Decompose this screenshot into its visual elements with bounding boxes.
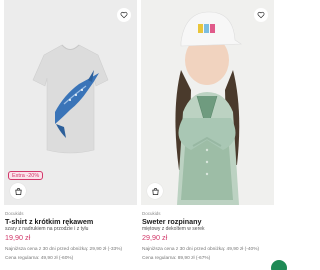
heart-icon[interactable] (254, 8, 268, 22)
heart-icon[interactable] (117, 8, 131, 22)
product-description: miętowy z dekoltem w serek (142, 226, 205, 232)
child-sweater-photo (175, 11, 242, 205)
product-image[interactable] (141, 0, 274, 205)
product-brand: Docukids (5, 211, 24, 216)
product-description: szary z nadrukiem na przodzie i z tyłu (5, 226, 89, 232)
regular-price-note: Cena regularna: 49,90 zł (-60%) (5, 256, 74, 261)
product-card[interactable]: Docukids Sweter rozpinany miętowy z deko… (141, 0, 274, 262)
add-to-cart-icon[interactable] (10, 183, 26, 199)
product-title[interactable]: T-shirt z krótkim rękawem (5, 218, 136, 226)
lowest-price-note: Najniższa cena z 30 dni przed obniżką: 4… (142, 247, 260, 252)
product-brand: Docukids (142, 211, 161, 216)
product-title[interactable]: Sweter rozpinany (142, 218, 273, 226)
sale-badge: Extra -20% (8, 171, 44, 180)
product-card[interactable]: Extra -20% Docukids T-shirt z krótkim rę… (4, 0, 137, 262)
chat-button[interactable] (271, 260, 287, 270)
product-price: 19,90 zł (5, 233, 31, 242)
add-to-cart-icon[interactable] (147, 183, 163, 199)
lowest-price-note: Najniższa cena z 30 dni przed obniżką: 2… (5, 247, 123, 252)
product-image[interactable]: Extra -20% (4, 0, 137, 205)
regular-price-note: Cena regularna: 89,90 zł (-67%) (142, 256, 211, 261)
product-price: 29,90 zł (142, 233, 168, 242)
